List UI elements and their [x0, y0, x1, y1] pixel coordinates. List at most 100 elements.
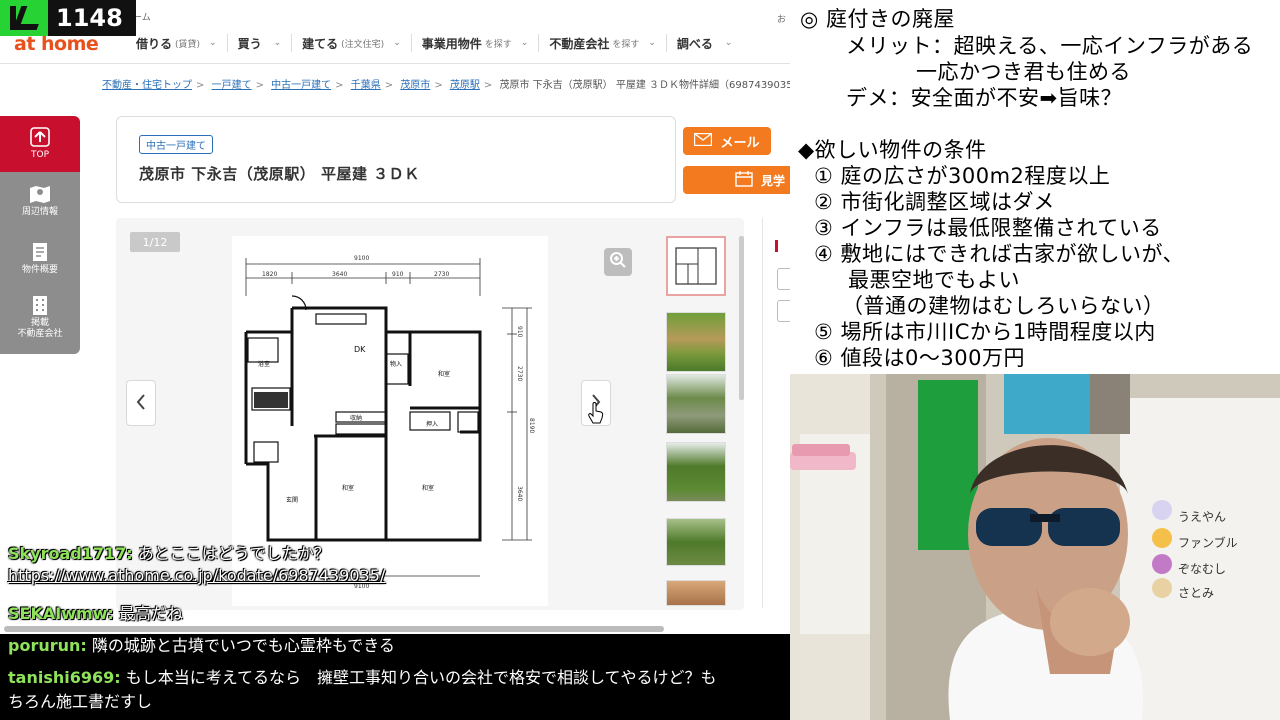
- member-label: ファンブル: [1178, 536, 1238, 550]
- thumbnail[interactable]: [666, 580, 726, 606]
- breadcrumb-link[interactable]: 茂原駅: [450, 80, 480, 91]
- note-line: ⑤ 場所は市川ICから1時間程度以内: [814, 320, 1156, 344]
- chat-message: porurun: 隣の城跡と古墳でいつでも心霊枠もできる: [8, 634, 395, 658]
- mail-button[interactable]: メール: [683, 127, 771, 155]
- map-icon: [29, 184, 51, 204]
- note-line: ◎ 庭付きの廃屋: [800, 7, 955, 31]
- side-nav: TOP 周辺情報 物件概要 掲載 不動産会社: [0, 116, 80, 354]
- sidebar-item-label: 掲載 不動産会社: [17, 317, 63, 339]
- member-label: ぞなむし: [1178, 562, 1227, 576]
- floorplan-room-label: 浴室: [258, 360, 270, 368]
- note-line: ◆欲しい物件の条件: [798, 138, 987, 162]
- floorplan-room-label: 玄関: [286, 496, 298, 504]
- floorplan-room-label: 和室: [422, 484, 434, 492]
- nav-research[interactable]: 調べる ⌄: [667, 34, 743, 52]
- header-right-text: お: [776, 15, 786, 25]
- listing-title-card: 中古一戸建て 茂原市 下永吉（茂原駅） 平屋建 ３ＤＫ: [116, 116, 676, 203]
- breadcrumb-link[interactable]: 不動産・住宅トップ: [102, 80, 192, 91]
- chat-text: あとここはどうでしたか？: [137, 544, 330, 563]
- chat-username: porurun:: [8, 636, 87, 655]
- floorplan-dim-label: 910: [392, 271, 404, 278]
- member-label: さとみ: [1178, 586, 1215, 600]
- zoom-button[interactable]: [604, 248, 632, 276]
- breadcrumb-link[interactable]: 中古一戸建て: [271, 80, 331, 91]
- building-icon: [29, 295, 51, 315]
- floorplan-room-label: 物入: [390, 360, 402, 368]
- floorplan-room-label: DK: [354, 345, 366, 354]
- viewer-count: 1148: [56, 4, 123, 32]
- up-arrow-icon: [29, 127, 51, 147]
- document-icon: [29, 242, 51, 262]
- sidebar-item-label: 物件概要: [21, 265, 58, 275]
- sidebar-item-surroundings[interactable]: 周辺情報: [0, 172, 80, 230]
- chevron-left-icon: [136, 391, 146, 415]
- stream-screen: ーム at home 借りる (賃貸) ⌄ 買う ⌄ 建てる (注文住宅) ⌄ 事業用物件…: [0, 0, 1280, 720]
- nav-agency[interactable]: 不動産会社 を探す ⌄: [539, 34, 667, 52]
- floorplan-dim-label: 3640: [516, 486, 523, 501]
- note-line: ③ インフラは最低限整備されている: [814, 216, 1162, 240]
- horizontal-scrollbar[interactable]: [4, 626, 664, 632]
- note-line: ① 庭の広さが300m2程度以上: [814, 164, 1111, 188]
- chat-bar: porurun: 隣の城跡と古墳でいつでも心霊枠もできる tanishi6969…: [0, 634, 790, 720]
- chat-text: https://www.athome.co.jp/kodate/69874390…: [8, 566, 386, 585]
- property-type-badge: 中古一戸建て: [139, 135, 213, 154]
- chat-username: tanishi6969:: [8, 668, 121, 687]
- breadcrumb-link[interactable]: 一戸建て: [212, 80, 252, 91]
- k-logo-icon: [0, 0, 48, 36]
- sidebar-item-top[interactable]: TOP: [0, 116, 80, 172]
- nav-business[interactable]: 事業用物件 を探す ⌄: [412, 34, 540, 52]
- note-line: デメ：安全面が不安➡旨味？: [846, 86, 1123, 110]
- nav-rent[interactable]: 借りる (賃貸) ⌄: [126, 34, 228, 52]
- chat-text: 隣の城跡と古墳でいつでも心霊枠もできる: [91, 636, 395, 655]
- chat-message: tanishi6969: もし本当に考えてるなら 擁壁工事知り合いの会社で格安で…: [8, 666, 728, 714]
- thumbnail[interactable]: [666, 374, 726, 434]
- chat-message: https://www.athome.co.jp/kodate/69874390…: [8, 566, 385, 585]
- member-label: うえやん: [1178, 510, 1227, 524]
- right-detail-panel: [762, 218, 790, 608]
- thumbnail[interactable]: [666, 518, 726, 566]
- gallery-prev-button[interactable]: [126, 380, 156, 426]
- floorplan-room-label: 和室: [342, 484, 354, 492]
- breadcrumb: 不動産・住宅トップ > 一戸建て > 中古一戸建て > 千葉県 > 茂原市 > 茂原駅 > …: [102, 76, 790, 91]
- athome-logo[interactable]: at home: [14, 33, 99, 55]
- floorplan-dim-label: 910: [516, 326, 523, 338]
- sidebar-item-label: 周辺情報: [21, 207, 58, 217]
- chevron-down-icon: ⌄: [393, 38, 401, 48]
- floorplan-room-label: 和室: [438, 370, 450, 378]
- breadcrumb-link[interactable]: 茂原市: [400, 80, 430, 91]
- thumbnail-scrollbar[interactable]: [739, 236, 744, 400]
- floorplan-dim-label: 2730: [516, 366, 523, 381]
- floorplan-dim-label: 9100: [354, 255, 369, 262]
- sidebar-item-overview[interactable]: 物件概要: [0, 230, 80, 288]
- chevron-down-icon: ⌄: [520, 38, 529, 48]
- chevron-down-icon: ⌄: [209, 38, 217, 48]
- sidebar-item-agency[interactable]: 掲載 不動産会社: [0, 288, 80, 346]
- visit-button[interactable]: 見学: [683, 166, 790, 194]
- chat-username: SEKAIwmw:: [8, 604, 114, 623]
- browser-viewport: ーム at home 借りる (賃貸) ⌄ 買う ⌄ 建てる (注文住宅) ⌄ 事業用物件…: [0, 0, 790, 634]
- zoom-in-icon: [609, 251, 627, 273]
- calendar-icon: [735, 170, 753, 190]
- breadcrumb-link[interactable]: 千葉県: [351, 80, 381, 91]
- sidebar-item-label: TOP: [30, 150, 49, 160]
- nav-buy[interactable]: 買う ⌄: [228, 34, 293, 52]
- thumbnail[interactable]: [666, 442, 726, 502]
- breadcrumb-current: 茂原市 下永吉（茂原駅） 平屋建 ３ＤＫ物件詳細（6987439035）: [499, 80, 790, 91]
- chat-text: 最高だね: [118, 604, 183, 623]
- note-line: （普通の建物はむしろいらない）: [842, 294, 1165, 318]
- chevron-down-icon: ⌄: [273, 38, 282, 48]
- webcam-feed: うえやん ファンブル ぞなむし さとみ: [790, 374, 1280, 720]
- notes-panel: ◎ 庭付きの廃屋 メリット：超映える、一応インフラがある 一応かつき君も住める …: [790, 0, 1280, 374]
- note-line: 最悪空地でもよい: [848, 268, 1020, 292]
- note-line: ④ 敷地にはできれば古家が欲しいが、: [814, 242, 1185, 266]
- floorplan-dim-label: 2730: [434, 271, 449, 278]
- chat-username: Skyroad1717:: [8, 544, 133, 563]
- thumbnail[interactable]: [666, 312, 726, 372]
- thumbnail[interactable]: [666, 236, 726, 296]
- viewer-counter: 1148: [0, 0, 136, 36]
- chat-message: SEKAIwmw: 最高だね: [8, 600, 183, 624]
- note-line: メリット：超映える、一応インフラがある: [846, 34, 1254, 58]
- note-line: 一応かつき君も住める: [916, 60, 1131, 84]
- nav-build[interactable]: 建てる (注文住宅) ⌄: [292, 34, 412, 52]
- floorplan-dim-label: 8190: [528, 418, 535, 433]
